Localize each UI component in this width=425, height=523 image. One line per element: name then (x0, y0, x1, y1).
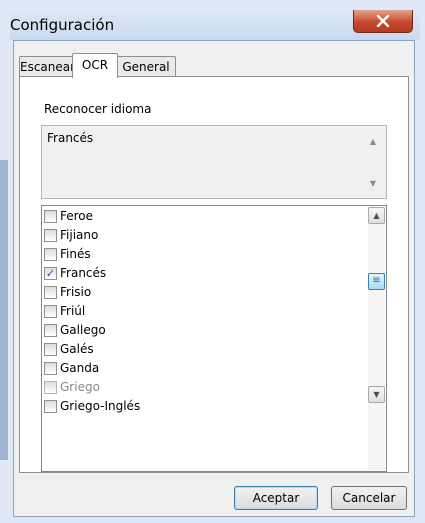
list-item-fijiano[interactable]: Fijiano (44, 226, 98, 244)
checkbox[interactable] (44, 361, 57, 375)
language-label: Friúl (60, 304, 86, 318)
checkbox[interactable] (44, 399, 57, 413)
list-item-frances[interactable]: ✓ Francés (44, 264, 106, 282)
selected-languages-box[interactable]: Francés ▲ ▼ (41, 125, 387, 199)
checkbox[interactable] (44, 323, 57, 337)
list-item-friul[interactable]: Friúl (44, 302, 85, 320)
language-label: Frisio (60, 285, 92, 299)
language-label: Galés (60, 342, 94, 356)
language-label: Ganda (60, 361, 100, 375)
scroll-thumb[interactable]: ≡ (368, 273, 385, 290)
ocr-tab-panel: Reconocer idioma Francés ▲ ▼ Feroe Fijia… (19, 76, 409, 473)
list-item-gales[interactable]: Galés (44, 340, 94, 358)
grip-icon: ≡ (372, 275, 381, 286)
language-label: Fijiano (60, 228, 99, 242)
list-item-griego[interactable]: Griego (44, 378, 100, 396)
tab-escanear[interactable]: Escanear (19, 56, 75, 77)
configuration-window: Configuración Escanear OCR General Recon… (0, 0, 425, 523)
language-label: Finés (60, 247, 91, 261)
tab-ocr[interactable]: OCR (72, 53, 118, 78)
ok-button[interactable]: Aceptar (234, 486, 318, 510)
chevron-up-icon: ▲ (373, 211, 380, 220)
checkbox[interactable] (44, 209, 57, 223)
list-item-ganda[interactable]: Ganda (44, 359, 99, 377)
list-item-feroe[interactable]: Feroe (44, 207, 93, 225)
list-item-gallego[interactable]: Gallego (44, 321, 106, 339)
list-item-griego-ingles[interactable]: Griego-Inglés (44, 397, 140, 415)
check-icon: ✓ (45, 266, 56, 280)
checkbox[interactable] (44, 380, 57, 394)
scroll-up-button[interactable]: ▲ (368, 207, 385, 224)
close-icon (376, 15, 390, 27)
scroll-down-button[interactable]: ▼ (368, 386, 385, 403)
chevron-up-icon[interactable]: ▲ (366, 136, 380, 148)
checkbox-checked[interactable]: ✓ (44, 266, 57, 280)
language-label: Griego-Inglés (60, 399, 141, 413)
checkbox[interactable] (44, 342, 57, 356)
checkbox[interactable] (44, 247, 57, 261)
list-item-frisio[interactable]: Frisio (44, 283, 91, 301)
background-window-edge (0, 160, 8, 460)
language-label: Francés (60, 266, 107, 280)
selected-language: Francés (47, 131, 94, 145)
language-list[interactable]: Feroe Fijiano Finés ✓ Francés Frisio Fri… (41, 205, 387, 472)
checkbox[interactable] (44, 285, 57, 299)
checkbox[interactable] (44, 304, 57, 318)
cancel-button[interactable]: Cancelar (331, 486, 407, 510)
language-label: Griego (60, 380, 100, 394)
recognize-language-label: Reconocer idioma (44, 102, 152, 116)
dialog-client-area: Escanear OCR General Reconocer idioma Fr… (13, 40, 415, 517)
language-label: Feroe (60, 209, 94, 223)
close-button[interactable] (353, 10, 413, 33)
checkbox[interactable] (44, 228, 57, 242)
title-bar[interactable]: Configuración (10, 10, 420, 40)
tab-general[interactable]: General (116, 56, 176, 77)
language-label: Gallego (60, 323, 106, 337)
chevron-down-icon: ▼ (373, 390, 380, 399)
chevron-down-icon[interactable]: ▼ (366, 178, 380, 190)
vertical-scrollbar[interactable]: ▲ ≡ ▼ (368, 207, 385, 470)
window-title: Configuración (10, 16, 115, 34)
list-item-fines[interactable]: Finés (44, 245, 91, 263)
